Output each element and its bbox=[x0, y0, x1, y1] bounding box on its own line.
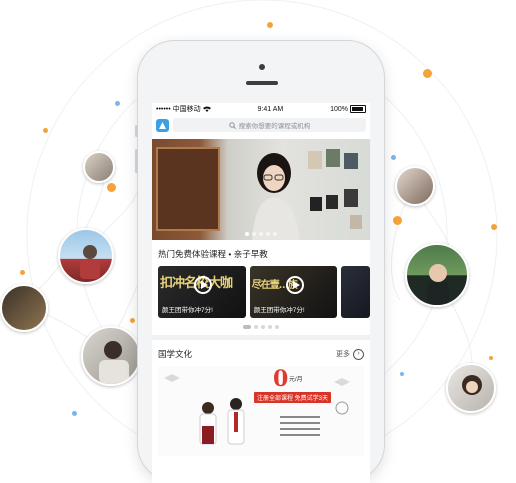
banner-dot[interactable] bbox=[266, 232, 270, 236]
search-input[interactable]: 搜索你想要的课程或机构 bbox=[173, 118, 366, 132]
app-logo-icon[interactable] bbox=[156, 118, 169, 132]
top-bar: 搜索你想要的课程或机构 bbox=[152, 115, 370, 135]
wifi-icon bbox=[202, 106, 211, 112]
culture-header: 国学文化 更多 › bbox=[152, 340, 370, 366]
banner-dot[interactable] bbox=[252, 232, 256, 236]
banner-dot[interactable] bbox=[273, 232, 277, 236]
earpiece-speaker bbox=[246, 81, 278, 85]
ad-promo-badge: 注册全部课程 免费试学3天 bbox=[254, 392, 332, 403]
battery-label: 100% bbox=[330, 105, 348, 113]
decor-dot bbox=[20, 270, 25, 275]
avatar bbox=[395, 166, 435, 206]
avatar bbox=[83, 151, 115, 183]
decor-dot bbox=[130, 318, 135, 323]
status-bar: •••••• 中国移动 9:41 AM 100% bbox=[152, 103, 370, 115]
play-icon[interactable] bbox=[285, 276, 304, 294]
decor-dot bbox=[393, 216, 402, 225]
banner-indicator bbox=[152, 232, 370, 236]
decor-dot bbox=[43, 128, 48, 133]
ad-price-unit: 元/月 bbox=[289, 377, 303, 383]
avatar bbox=[58, 228, 114, 284]
phone-side-button bbox=[135, 125, 138, 137]
culture-title: 国学文化 bbox=[158, 349, 193, 359]
decor-dot bbox=[489, 356, 493, 360]
video-card[interactable]: 扣冲名校大咖 颜王团带你冲7分! bbox=[158, 266, 246, 318]
more-link[interactable]: 更多 › bbox=[336, 348, 364, 360]
decor-dot bbox=[400, 372, 404, 376]
free-courses-title: 热门免费体验课程 • 亲子早教 bbox=[158, 249, 268, 259]
chevron-right-icon: › bbox=[353, 348, 364, 360]
culture-ad-banner[interactable]: 0 元/月 注册全部课程 免费试学3天 bbox=[158, 366, 364, 456]
decor-dot bbox=[491, 224, 497, 230]
video-list: 扣冲名校大咖 颜王团带你冲7分! 尽在壹…族 颜王团带你冲7分! bbox=[152, 266, 370, 318]
status-time: 9:41 AM bbox=[257, 105, 284, 113]
decor-dot bbox=[391, 155, 396, 160]
avatar bbox=[81, 326, 141, 386]
decor-dot bbox=[423, 69, 432, 78]
battery-icon bbox=[350, 105, 366, 113]
ad-illustration bbox=[164, 374, 350, 445]
banner-person-image bbox=[252, 153, 300, 240]
more-label: 更多 bbox=[336, 351, 350, 358]
avatar bbox=[0, 284, 48, 332]
decor-dot bbox=[115, 101, 120, 106]
front-camera bbox=[259, 64, 265, 70]
video-card[interactable] bbox=[341, 266, 370, 318]
video-page-indicator bbox=[152, 325, 370, 329]
avatar bbox=[446, 363, 496, 413]
search-icon bbox=[229, 121, 236, 129]
app-screen: •••••• 中国移动 9:41 AM 100% 搜索你想要的课程或机构 热门免… bbox=[152, 103, 370, 483]
phone-side-button bbox=[135, 149, 138, 173]
ad-price: 0 bbox=[273, 366, 289, 392]
banner-dot[interactable] bbox=[259, 232, 263, 236]
page-dot[interactable] bbox=[275, 325, 279, 329]
video-card[interactable]: 尽在壹…族 颜王团带你冲7分! bbox=[249, 266, 338, 318]
banner-blackboard-image bbox=[156, 147, 220, 231]
video-caption: 颜王团带你冲7分! bbox=[162, 307, 213, 314]
banner-dot[interactable] bbox=[245, 232, 249, 236]
decor-dot bbox=[72, 411, 77, 416]
banner-poster-image bbox=[308, 149, 362, 229]
page-dot[interactable] bbox=[243, 325, 251, 329]
decor-dot bbox=[267, 22, 273, 28]
search-placeholder: 搜索你想要的课程或机构 bbox=[238, 123, 311, 130]
page-dot[interactable] bbox=[254, 325, 258, 329]
page-dot[interactable] bbox=[261, 325, 265, 329]
play-icon[interactable] bbox=[194, 276, 212, 294]
decor-dot bbox=[107, 183, 116, 192]
page-dot[interactable] bbox=[268, 325, 272, 329]
phone-mockup: •••••• 中国移动 9:41 AM 100% 搜索你想要的课程或机构 热门免… bbox=[135, 40, 385, 483]
video-caption: 颜王团带你冲7分! bbox=[253, 307, 305, 314]
carrier-label: •••••• 中国移动 bbox=[156, 106, 201, 113]
avatar bbox=[405, 243, 469, 307]
banner-carousel[interactable] bbox=[152, 139, 370, 240]
